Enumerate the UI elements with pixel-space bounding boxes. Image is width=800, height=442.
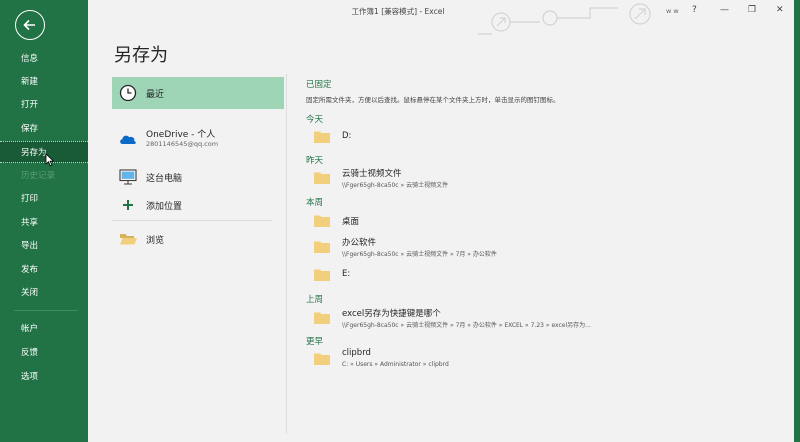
nav-item-feedback[interactable]: 反馈 (0, 342, 88, 364)
folder-name: 桌面 (342, 217, 360, 227)
folder-item-excel-save-as-shortcut[interactable]: excel另存为快捷键是哪个 \\Fger65gh-8ca50c » 云骑士视频… (312, 306, 772, 330)
nav-item-new[interactable]: 新建 (0, 71, 88, 93)
folder-name: E: (342, 269, 351, 279)
group-heading-pinned: 已固定 (306, 80, 332, 90)
folder-name: D: (342, 131, 352, 141)
backstage-nav: 信息 新建 打开 保存 另存为 历史记录 打印 共享 导出 发布 关闭 帐户 反… (0, 0, 88, 442)
nav-item-export[interactable]: 导出 (0, 235, 88, 257)
nav-item-save[interactable]: 保存 (0, 118, 88, 140)
nav-item-info[interactable]: 信息 (0, 48, 88, 70)
location-browse[interactable]: 浏览 (112, 223, 284, 255)
folder-item-yunqishi-videos[interactable]: 云骑士视频文件 \\Fger65gh-8ca50c » 云骑士视频文件 (312, 166, 772, 190)
column-divider (286, 74, 287, 434)
cloud-icon (120, 135, 136, 144)
restore-button[interactable]: ❐ (748, 5, 756, 15)
title-bar: 工作簿1 [兼容模式] - Excel w w ? — ❐ ✕ (88, 0, 794, 35)
location-recent[interactable]: 最近 (112, 77, 284, 109)
folder-path: C: » Users » Administrator » clipbrd (342, 361, 449, 368)
folder-name: clipbrd (342, 348, 371, 358)
folder-name: excel另存为快捷键是哪个 (342, 309, 441, 319)
folder-icon (314, 312, 330, 324)
nav-item-options[interactable]: 选项 (0, 366, 88, 388)
folder-open-icon (120, 234, 137, 245)
minimize-button[interactable]: — (720, 5, 729, 15)
folder-name: 办公软件 (342, 238, 377, 248)
nav-item-save-as[interactable]: 另存为 (0, 141, 88, 163)
nav-item-share[interactable]: 共享 (0, 212, 88, 234)
folder-item-desktop[interactable]: 桌面 (312, 209, 772, 233)
user-name[interactable]: w w (666, 7, 679, 15)
folder-icon (314, 241, 330, 253)
folder-path: \\Fger65gh-8ca50c » 云骑士视频文件 (342, 182, 449, 189)
nav-item-publish[interactable]: 发布 (0, 259, 88, 281)
group-heading-last-week: 上周 (306, 295, 324, 305)
folder-item-e-drive[interactable]: E: (312, 263, 772, 287)
location-recent-label: 最近 (146, 90, 165, 100)
help-button[interactable]: ? (692, 5, 697, 15)
folder-name: 云骑士视频文件 (342, 169, 402, 179)
location-this-pc-label: 这台电脑 (146, 174, 183, 184)
window-title: 工作簿1 [兼容模式] - Excel (351, 7, 445, 16)
clock-icon (119, 84, 137, 102)
close-button[interactable]: ✕ (776, 5, 784, 15)
locations-divider (112, 220, 272, 221)
location-browse-label: 浏览 (146, 236, 165, 246)
computer-icon (119, 169, 137, 185)
folder-item-d-drive[interactable]: D: (312, 125, 772, 149)
nav-item-close[interactable]: 关闭 (0, 282, 88, 304)
folder-icon (314, 353, 330, 365)
folder-item-office-software[interactable]: 办公软件 \\Fger65gh-8ca50c » 云骑士视频文件 » 7月 » … (312, 235, 772, 259)
back-button[interactable] (15, 10, 45, 40)
group-heading-older: 更早 (306, 337, 324, 347)
back-arrow-icon (23, 19, 35, 31)
save-as-panel: 工作簿1 [兼容模式] - Excel w w ? — ❐ ✕ 另存为 最近 O… (88, 0, 794, 442)
pinned-description: 固定所需文件夹，方便以后查找。鼠标悬停在某个文件夹上方时，单击显示的图钉图标。 (306, 96, 560, 104)
folder-item-clipbrd[interactable]: clipbrd C: » Users » Administrator » cli… (312, 347, 772, 371)
folder-icon (314, 131, 330, 143)
nav-item-account[interactable]: 帐户 (0, 318, 88, 340)
group-heading-this-week: 本周 (306, 198, 324, 208)
location-onedrive-email: 2801146545@qq.com (146, 140, 219, 148)
location-onedrive-label: OneDrive - 个人 (146, 130, 216, 140)
location-add-place-label: 添加位置 (146, 202, 183, 212)
folder-path: \\Fger65gh-8ca50c » 云骑士视频文件 » 7月 » 办公软件 … (342, 322, 591, 329)
group-heading-yesterday: 昨天 (306, 156, 324, 166)
location-onedrive[interactable]: OneDrive - 个人 2801146545@qq.com (112, 123, 284, 157)
folder-icon (314, 269, 330, 281)
page-title: 另存为 (114, 45, 168, 66)
mouse-cursor-icon (45, 153, 55, 167)
nav-divider (14, 310, 78, 311)
location-add-place[interactable]: 添加位置 (112, 189, 284, 221)
plus-icon (123, 200, 133, 210)
group-heading-today: 今天 (306, 115, 324, 125)
nav-item-history: 历史记录 (21, 171, 56, 181)
folder-icon (314, 172, 330, 184)
folder-path: \\Fger65gh-8ca50c » 云骑士视频文件 » 7月 » 办公软件 (342, 251, 497, 258)
nav-item-open[interactable]: 打开 (0, 94, 88, 116)
nav-item-print[interactable]: 打印 (0, 188, 88, 210)
folder-icon (314, 215, 330, 227)
